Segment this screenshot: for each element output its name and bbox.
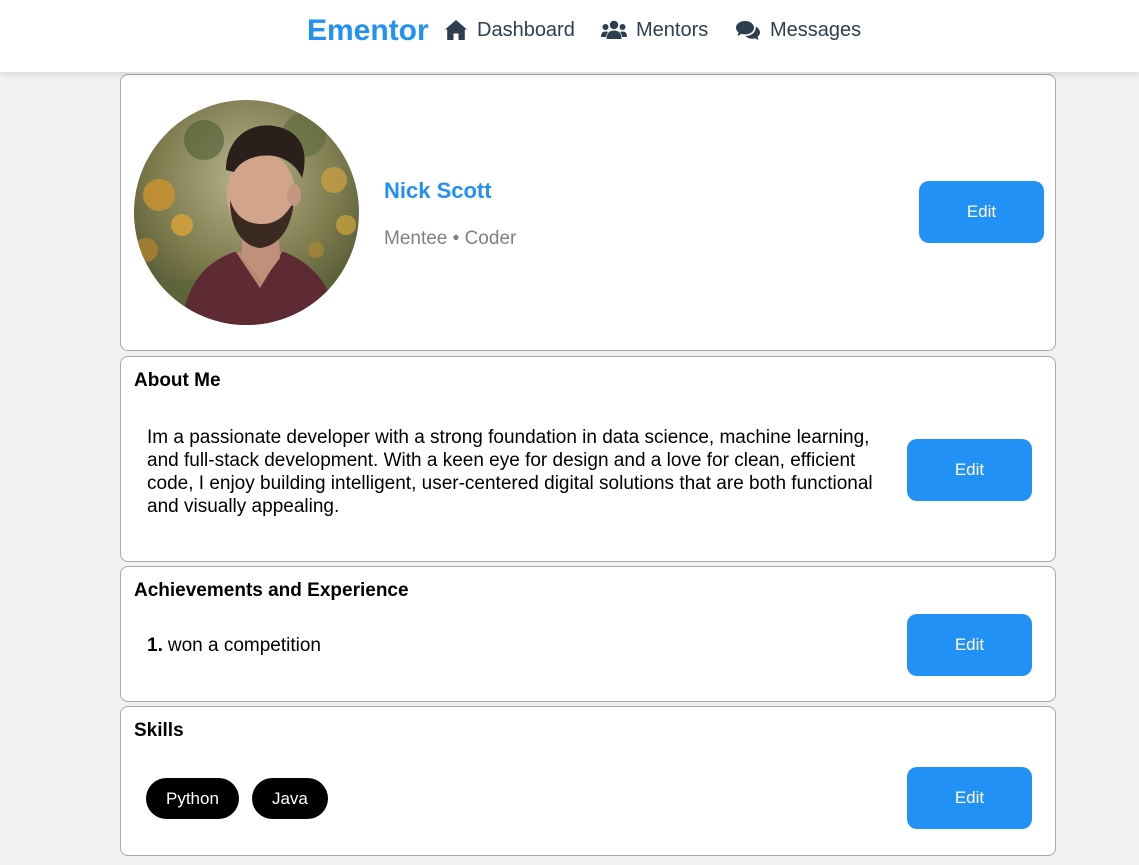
- edit-profile-button[interactable]: Edit: [919, 181, 1044, 243]
- achievements-title: Achievements and Experience: [134, 580, 409, 601]
- edit-skills-button[interactable]: Edit: [907, 767, 1032, 829]
- achievements-card: Achievements and Experience 1. won a comp…: [120, 566, 1056, 702]
- skill-chip-java: Java: [251, 778, 328, 819]
- nav-mentors-link[interactable]: Mentors: [601, 16, 708, 44]
- home-icon: [445, 20, 467, 40]
- profile-role: Mentee • Coder: [384, 228, 517, 249]
- skills-title: Skills: [134, 720, 184, 741]
- skill-chip-python: Python: [146, 778, 239, 819]
- top-navbar: Ementor Dashboard Mentors Messages: [0, 0, 1139, 72]
- users-icon: [601, 20, 627, 39]
- list-item: 1. won a competition: [147, 635, 321, 657]
- edit-about-button[interactable]: Edit: [907, 439, 1032, 501]
- nav-dashboard-label: Dashboard: [477, 18, 575, 41]
- list-item-text: won a competition: [167, 635, 322, 656]
- profile-card: Nick Scott Mentee • Coder Edit: [120, 74, 1056, 351]
- skills-list: Python Java: [146, 778, 341, 819]
- nav-dashboard-link[interactable]: Dashboard: [444, 16, 575, 44]
- avatar: [134, 100, 359, 325]
- about-text: Im a passionate developer with a strong …: [147, 427, 873, 517]
- list-item-number: 1.: [147, 635, 163, 656]
- about-title: About Me: [134, 370, 221, 391]
- about-card: About Me Im a passionate developer with …: [120, 356, 1056, 562]
- chat-icon: [736, 21, 760, 40]
- edit-achievements-button[interactable]: Edit: [907, 614, 1032, 676]
- nav-mentors-label: Mentors: [636, 18, 709, 41]
- brand-logo[interactable]: Ementor: [307, 12, 429, 50]
- profile-name: Nick Scott: [384, 178, 492, 203]
- skills-card: Skills Python Java Edit: [120, 706, 1056, 856]
- nav-messages-link[interactable]: Messages: [735, 16, 861, 44]
- nav-messages-label: Messages: [770, 18, 862, 41]
